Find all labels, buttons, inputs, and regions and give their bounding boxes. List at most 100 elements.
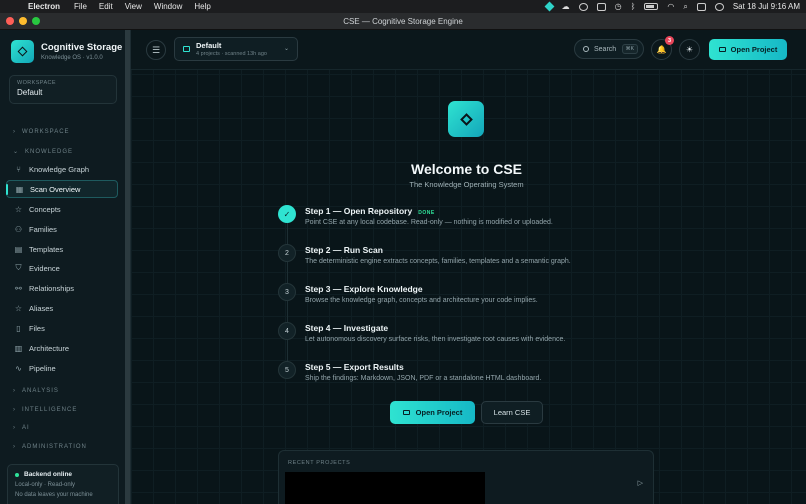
concepts-icon: ☆ bbox=[14, 204, 23, 214]
open-project-button-top[interactable]: Open Project bbox=[709, 39, 787, 60]
step-description: Browse the knowledge graph, concepts and… bbox=[305, 297, 538, 304]
theme-toggle-button[interactable]: ☀ bbox=[679, 39, 700, 60]
sidebar-item-templates[interactable]: ▤ Templates bbox=[6, 240, 118, 258]
chevron-right-icon: › bbox=[13, 407, 16, 413]
section-workspace[interactable]: › WORKSPACE bbox=[13, 129, 70, 135]
zoom-window-button[interactable] bbox=[32, 17, 40, 25]
menu-app-name[interactable]: Electron bbox=[28, 2, 60, 11]
menu-window[interactable]: Window bbox=[154, 2, 182, 11]
project-switcher-title: Default bbox=[196, 41, 222, 50]
backend-status-title: Backend online bbox=[24, 471, 73, 478]
sidebar-item-concepts[interactable]: ☆ Concepts bbox=[6, 200, 118, 218]
sidebar-item-files[interactable]: ▯ Files bbox=[6, 319, 118, 337]
project-switcher[interactable]: Default 4 projects · scanned 13h ago ⌄ bbox=[174, 37, 298, 61]
backend-status-mode: Local-only · Read-only bbox=[15, 482, 76, 488]
chevron-right-icon: › bbox=[13, 129, 16, 135]
macos-menu-bar: Electron File Edit View Window Help ☁ ◷ … bbox=[0, 0, 806, 13]
battery-icon[interactable] bbox=[644, 3, 659, 10]
wifi-icon[interactable]: ◠ bbox=[667, 2, 674, 11]
brand-logo-icon bbox=[11, 40, 34, 63]
search-button[interactable]: Search ⌘K bbox=[574, 39, 644, 59]
title-bar: CSE — Cognitive Storage Engine bbox=[0, 13, 806, 30]
step-description: Ship the findings: Markdown, JSON, PDF o… bbox=[305, 375, 542, 382]
file-icon: ▯ bbox=[16, 323, 21, 333]
sidebar-scrollbar[interactable] bbox=[125, 30, 130, 504]
sidebar-item-scan-overview[interactable]: ▦ Scan Overview bbox=[6, 180, 118, 198]
step-number: 5 bbox=[278, 361, 296, 379]
step-description: Point CSE at any local codebase. Read-on… bbox=[305, 219, 553, 226]
chevron-down-icon: ⌄ bbox=[13, 149, 20, 155]
step-number: 3 bbox=[278, 283, 296, 301]
workspace-value: Default bbox=[17, 88, 43, 97]
workspace-selector[interactable]: WORKSPACE Default bbox=[9, 75, 117, 104]
step-description: Let autonomous discovery surface risks, … bbox=[305, 336, 566, 343]
menu-view[interactable]: View bbox=[125, 2, 142, 11]
online-status-dot bbox=[15, 472, 19, 477]
pipeline-icon: ∿ bbox=[15, 363, 22, 373]
siri-icon[interactable] bbox=[714, 2, 724, 11]
screen-icon[interactable] bbox=[596, 2, 606, 11]
record-icon[interactable] bbox=[578, 2, 588, 11]
workspace-label: WORKSPACE bbox=[17, 80, 56, 86]
scan-icon: ▦ bbox=[15, 184, 24, 194]
star-icon: ☆ bbox=[14, 303, 23, 313]
window-controls bbox=[6, 17, 40, 25]
section-administration[interactable]: › ADMINISTRATION bbox=[13, 444, 87, 450]
menu-clock[interactable]: Sat 18 Jul 9:16 AM bbox=[733, 2, 800, 11]
menu-file[interactable]: File bbox=[74, 2, 87, 11]
app-tray-icon[interactable] bbox=[544, 1, 555, 12]
cloud-icon[interactable]: ☁ bbox=[562, 2, 570, 11]
chevron-right-icon: › bbox=[13, 444, 16, 450]
project-switcher-meta: 4 projects · scanned 13h ago bbox=[196, 51, 267, 57]
sidebar-item-architecture[interactable]: ▥ Architecture bbox=[6, 339, 118, 357]
learn-cse-button[interactable]: Learn CSE bbox=[481, 401, 543, 424]
section-knowledge[interactable]: ⌄ KNOWLEDGE bbox=[13, 148, 73, 156]
close-window-button[interactable] bbox=[6, 17, 14, 25]
architecture-icon: ▥ bbox=[14, 343, 23, 353]
window-title: CSE — Cognitive Storage Engine bbox=[343, 16, 463, 26]
top-bar: ☰ Default 4 projects · scanned 13h ago ⌄… bbox=[131, 30, 806, 70]
brand-version: Knowledge OS · v1.0.0 bbox=[41, 55, 103, 61]
sidebar-item-families[interactable]: ⚇ Families bbox=[6, 220, 118, 238]
families-icon: ⚇ bbox=[14, 224, 23, 234]
control-center-icon[interactable] bbox=[696, 2, 706, 11]
shield-icon: ⛉ bbox=[15, 263, 22, 272]
folder-icon bbox=[718, 47, 726, 52]
sidebar-item-knowledge-graph[interactable]: ⑂ Knowledge Graph bbox=[6, 160, 118, 178]
step-title: Step 4 — Investigate bbox=[305, 323, 389, 333]
app-window: CSE — Cognitive Storage Engine Cognitive… bbox=[0, 13, 806, 504]
section-analysis[interactable]: › ANALYSIS bbox=[13, 388, 59, 394]
folder-icon bbox=[183, 46, 190, 52]
search-shortcut: ⌘K bbox=[621, 44, 638, 54]
hamburger-icon: ☰ bbox=[151, 44, 161, 55]
sidebar-item-evidence[interactable]: ⛉ Evidence bbox=[6, 259, 118, 277]
search-icon[interactable]: ⌕ bbox=[683, 2, 687, 12]
menu-help[interactable]: Help bbox=[194, 2, 210, 11]
step-number: 4 bbox=[278, 322, 296, 340]
sidebar-item-aliases[interactable]: ☆ Aliases bbox=[6, 299, 118, 317]
minimize-window-button[interactable] bbox=[19, 17, 27, 25]
time-machine-icon[interactable]: ◷ bbox=[615, 2, 622, 11]
backend-status-privacy: No data leaves your machine bbox=[15, 492, 93, 498]
search-icon bbox=[583, 46, 589, 52]
bluetooth-icon[interactable]: ᛒ bbox=[631, 2, 636, 11]
chevron-right-icon: › bbox=[13, 425, 16, 431]
menu-edit[interactable]: Edit bbox=[99, 2, 113, 11]
sidebar: Cognitive Storage Knowledge OS · v1.0.0 … bbox=[0, 30, 131, 504]
play-icon[interactable]: ▷ bbox=[638, 479, 643, 487]
folder-icon bbox=[402, 410, 410, 415]
sidebar-item-relationships[interactable]: ⚯ Relationships bbox=[6, 279, 118, 297]
section-ai[interactable]: › AI bbox=[13, 425, 30, 431]
step-title: Step 2 — Run Scan bbox=[305, 245, 383, 255]
recent-projects-header: RECENT PROJECTS bbox=[288, 460, 351, 466]
sidebar-item-pipeline[interactable]: ∿ Pipeline bbox=[6, 359, 118, 377]
bell-icon: 🔔 bbox=[656, 45, 667, 54]
hamburger-menu-button[interactable]: ☰ bbox=[146, 40, 166, 60]
sun-icon: ☀ bbox=[685, 45, 694, 54]
open-project-button[interactable]: Open Project bbox=[390, 401, 475, 424]
graph-icon: ⑂ bbox=[16, 164, 21, 174]
backend-status-card: Backend online Local-only · Read-only No… bbox=[7, 464, 119, 504]
step-description: The deterministic engine extracts concep… bbox=[305, 258, 571, 265]
section-intelligence[interactable]: › INTELLIGENCE bbox=[13, 407, 77, 413]
templates-icon: ▤ bbox=[14, 244, 23, 254]
